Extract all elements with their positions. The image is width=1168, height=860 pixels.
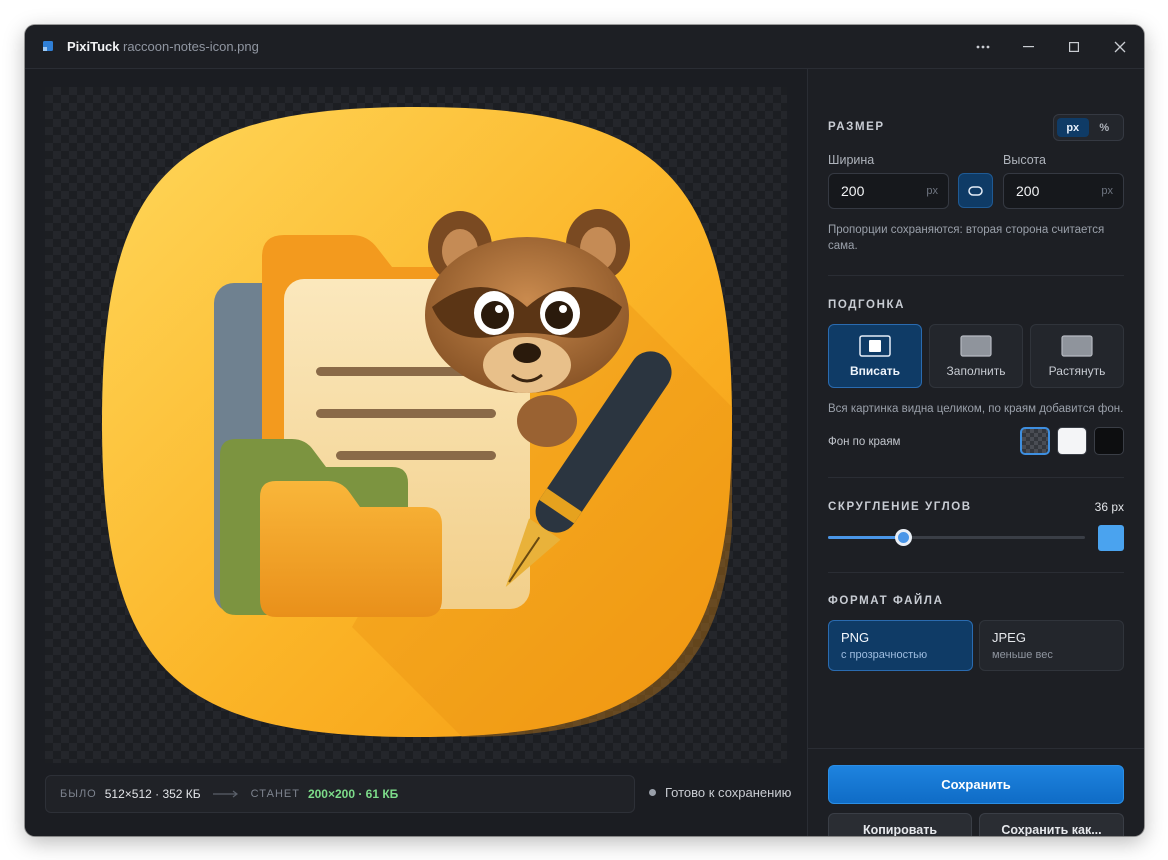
status-text: Готово к сохранению [665,785,792,800]
maximize-icon [1069,42,1079,52]
minimize-icon [1022,46,1034,48]
save-status: Готово к сохранению [649,785,791,800]
more-menu-button[interactable] [960,25,1006,69]
file-name: raccoon-notes-icon.png [123,39,259,54]
height-label: Высота [1003,153,1046,167]
width-input[interactable]: 200 px [828,173,949,209]
width-label: Ширина [828,153,875,167]
width-unit: px [926,185,938,197]
format-name: PNG [841,630,870,645]
corner-radius-slider[interactable] [828,536,1085,539]
divider [828,275,1124,276]
save-button[interactable]: Сохранить [828,765,1124,804]
fit-section-title: ПОДГОНКА [828,299,905,311]
format-note: с прозрачностью [841,649,928,661]
copy-button[interactable]: Копировать [828,813,972,836]
unit-px-option[interactable]: px [1057,118,1089,137]
divider [828,572,1124,573]
fit-option-contain[interactable]: Вписать [828,324,922,388]
corner-radius-value: 36 px [1094,500,1124,514]
preview-area: БЫЛО 512×512 · 352 КБ СТАНЕТ 200×200 · 6… [25,69,807,836]
lock-aspect-ratio-button[interactable] [958,173,993,208]
format-section-title: ФОРМАТ ФАЙЛА [828,595,944,607]
fit-option-label: Вписать [849,363,901,378]
action-footer: Сохранить Копировать Сохранить как... [808,748,1144,836]
maximize-button[interactable] [1051,25,1097,69]
unit-toggle: px % [1053,114,1124,141]
close-icon [1114,41,1126,53]
app-logo-icon [43,41,53,51]
app-window: PixiTuck raccoon-notes-icon.png БЫЛО 512… [25,25,1144,836]
format-option-png[interactable]: PNG с прозрачностью [828,620,973,671]
link-icon [968,185,983,196]
fit-contain-icon [859,334,891,357]
corner-radius-preview [1098,525,1124,551]
after-value: 200×200 · 61 КБ [307,787,399,801]
divider [828,477,1124,478]
fit-option-fill[interactable]: Заполнить [929,324,1023,388]
height-value: 200 [1016,183,1040,199]
format-name: JPEG [992,630,1026,645]
height-unit: px [1101,185,1113,197]
unit-percent-option[interactable]: % [1089,118,1121,137]
title-bar: PixiTuck raccoon-notes-icon.png [25,25,1144,69]
height-input[interactable]: 200 px [1003,173,1124,209]
more-icon [976,45,990,49]
corner-radius-slider-fill [828,536,903,539]
fit-fill-icon [960,334,992,357]
format-option-jpeg[interactable]: JPEG меньше вес [979,620,1124,671]
status-dot-icon [649,789,656,796]
app-name: PixiTuck [67,39,120,54]
fit-option-stretch[interactable]: Растянуть [1030,324,1124,388]
before-value: 512×512 · 352 КБ [104,787,201,801]
bg-swatch-transparent[interactable] [1020,427,1050,455]
corner-radius-slider-thumb[interactable] [894,529,912,546]
fit-stretch-icon [1061,334,1093,357]
size-section-title: РАЗМЕР [828,121,885,133]
fit-hint: Вся картинка видна целиком, по краям доб… [828,403,1124,415]
background-label: Фон по краям [828,436,901,448]
bg-swatch-black[interactable] [1094,427,1124,455]
close-button[interactable] [1097,25,1143,69]
size-hint: Пропорции сохраняются: вторая сторона сч… [828,224,1105,252]
size-info-bar: БЫЛО 512×512 · 352 КБ СТАНЕТ 200×200 · 6… [45,775,635,813]
save-as-button[interactable]: Сохранить как... [979,813,1124,836]
format-note: меньше вес [992,649,1053,661]
before-label: БЫЛО [60,788,97,800]
bg-swatch-white[interactable] [1057,427,1087,455]
corners-section-title: СКРУГЛЕНИЕ УГЛОВ [828,501,972,513]
fit-option-label: Заполнить [946,363,1006,378]
minimize-button[interactable] [1005,25,1051,69]
raccoon-notes-preview-image [102,107,732,737]
after-label: СТАНЕТ [250,788,300,800]
transparency-checkerboard [45,87,787,763]
width-value: 200 [841,183,865,199]
fit-option-label: Растянуть [1048,363,1106,378]
arrow-right-icon [212,790,238,798]
settings-panel: РАЗМЕР px % Ширина Высота 200 px 200 px … [807,69,1144,836]
